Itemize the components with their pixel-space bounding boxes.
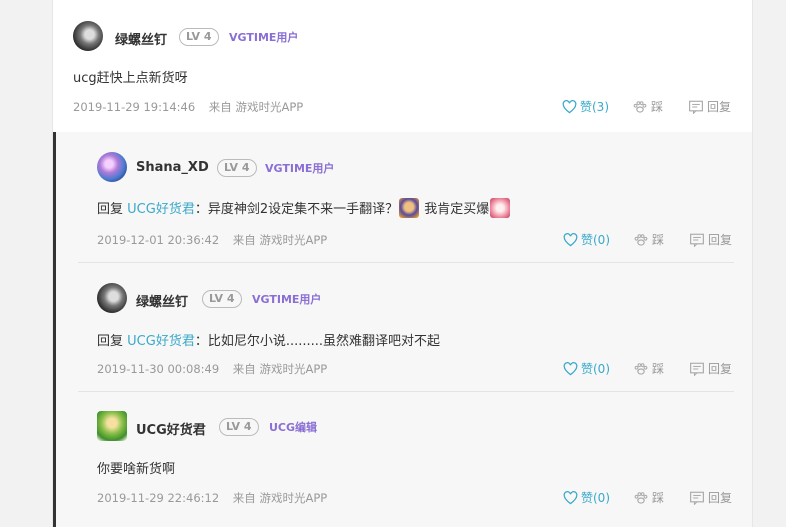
like-count: 赞(0) (581, 362, 610, 376)
reply-button[interactable]: 回复 (689, 489, 732, 506)
reply-icon (690, 491, 704, 505)
reply-source: 来自 游戏时光APP (232, 233, 328, 247)
comment-card: 绿螺丝钉 LV 4 VGTIME用户 ucg赶快上点新货呀 2019-11-29… (52, 0, 753, 527)
reply-prefix: 回复 (97, 202, 124, 217)
reply-meta: 2019-11-29 22:46:12 来自 游戏时光APP (97, 490, 327, 506)
heart-icon (563, 490, 578, 504)
step-button[interactable]: 踩 (633, 489, 664, 506)
like-count: 赞(3) (580, 100, 609, 114)
reply-button[interactable]: 回复 (689, 231, 732, 248)
reply-label: 回复 (708, 362, 733, 376)
reply-body: ：异度神剑2设定集不来一手翻译？ (194, 202, 399, 217)
level-badge: LV 4 (202, 290, 242, 308)
comment-source: 来自 游戏时光APP (208, 100, 304, 114)
reply-prefix: 回复 (97, 334, 124, 349)
reply-list: Shana_XD LV 4 VGTIME用户 回复 UCG好货君：异度神剑2设定… (53, 132, 752, 527)
reply-item: Shana_XD LV 4 VGTIME用户 回复 UCG好货君：异度神剑2设定… (56, 132, 752, 262)
heart-icon (563, 361, 578, 375)
like-button[interactable]: 赞(0) (563, 360, 610, 377)
reply-source: 来自 游戏时光APP (232, 491, 328, 505)
reply-item: UCG好货君 LV 4 UCG编辑 你要啥新货啊 2019-11-29 22:4… (56, 391, 752, 527)
reply-label: 回复 (707, 100, 732, 114)
comment-date: 2019-11-29 19:14:46 (73, 100, 196, 114)
reply-body-after: 我肯定买爆 (424, 202, 490, 217)
user-role: VGTIME用户 (265, 162, 335, 175)
reply-button[interactable]: 回复 (689, 360, 732, 377)
avatar[interactable] (97, 152, 127, 182)
emoji-sticker (399, 198, 420, 218)
reply-to-user[interactable]: UCG好货君 (127, 334, 195, 349)
paw-icon (634, 491, 648, 504)
like-count: 赞(0) (581, 233, 610, 247)
main-comment: 绿螺丝钉 LV 4 VGTIME用户 ucg赶快上点新货呀 2019-11-29… (53, 0, 752, 133)
paw-icon (634, 362, 648, 375)
reply-date: 2019-11-29 22:46:12 (97, 491, 220, 505)
like-button[interactable]: 赞(0) (563, 489, 610, 506)
step-label: 踩 (652, 362, 665, 376)
reply-date: 2019-12-01 20:36:42 (97, 233, 220, 247)
step-label: 踩 (651, 100, 664, 114)
avatar[interactable] (97, 283, 127, 313)
reply-label: 回复 (708, 491, 733, 505)
username[interactable]: 绿螺丝钉 (115, 29, 167, 48)
reply-meta: 2019-12-01 20:36:42 来自 游戏时光APP (97, 232, 327, 248)
level-badge: LV 4 (219, 418, 259, 436)
reply-item: 绿螺丝钉 LV 4 VGTIME用户 回复 UCG好货君：比如尼尔小说.....… (56, 262, 752, 391)
reply-body: ：比如尼尔小说.........虽然难翻译吧对不起 (194, 334, 441, 349)
heart-icon (562, 99, 577, 113)
reply-meta: 2019-11-30 00:08:49 来自 游戏时光APP (97, 361, 327, 377)
like-count: 赞(0) (581, 491, 610, 505)
reply-to-user[interactable]: UCG好货君 (127, 202, 195, 217)
paw-icon (634, 233, 648, 246)
reply-text: 你要啥新货啊 (97, 462, 176, 477)
reply-icon (689, 100, 703, 114)
user-role: VGTIME用户 (229, 31, 299, 44)
comment-text: ucg赶快上点新货呀 (73, 71, 188, 86)
step-label: 踩 (652, 491, 665, 505)
level-badge: LV 4 (179, 28, 219, 46)
reply-text: 回复 UCG好货君：比如尼尔小说.........虽然难翻译吧对不起 (97, 330, 440, 349)
like-button[interactable]: 赞(0) (563, 231, 610, 248)
username[interactable]: UCG好货君 (136, 419, 206, 438)
user-role: VGTIME用户 (252, 293, 322, 306)
like-button[interactable]: 赞(3) (562, 98, 609, 115)
reply-icon (690, 362, 704, 376)
emoji-sticker (490, 198, 511, 218)
reply-date: 2019-11-30 00:08:49 (97, 362, 220, 376)
paw-icon (633, 100, 647, 113)
reply-icon (690, 233, 704, 247)
username[interactable]: Shana_XD (136, 160, 209, 175)
user-role: UCG编辑 (269, 421, 318, 434)
step-button[interactable]: 踩 (633, 231, 664, 248)
comment-meta: 2019-11-29 19:14:46 来自 游戏时光APP (73, 99, 303, 115)
username[interactable]: 绿螺丝钉 (136, 291, 188, 310)
reply-text: 回复 UCG好货君：异度神剑2设定集不来一手翻译？ 我肯定买爆 (97, 198, 511, 218)
step-label: 踩 (652, 233, 665, 247)
level-badge: LV 4 (217, 159, 257, 177)
reply-source: 来自 游戏时光APP (232, 362, 328, 376)
reply-label: 回复 (708, 233, 733, 247)
reply-button[interactable]: 回复 (688, 98, 731, 115)
avatar[interactable] (97, 411, 127, 441)
avatar[interactable] (73, 21, 103, 51)
step-button[interactable]: 踩 (632, 98, 663, 115)
step-button[interactable]: 踩 (633, 360, 664, 377)
heart-icon (563, 232, 578, 246)
